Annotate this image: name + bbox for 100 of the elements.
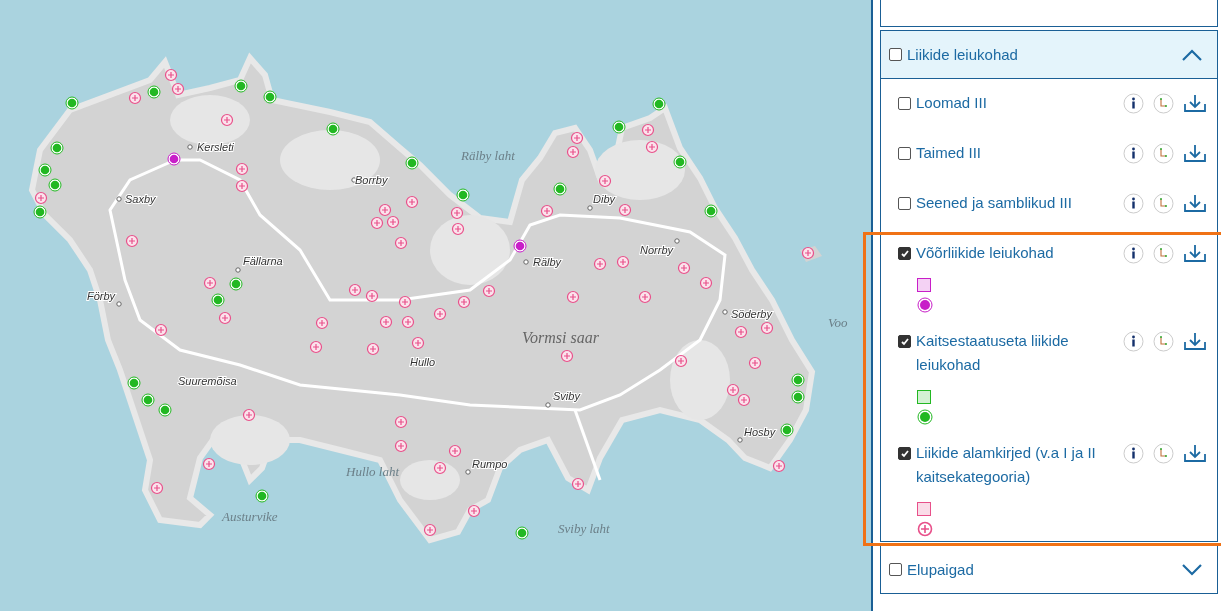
group-title[interactable]: Elupaigad bbox=[907, 561, 974, 578]
plus-marker-icon[interactable] bbox=[370, 216, 384, 230]
checkbox[interactable] bbox=[898, 447, 911, 460]
plus-marker-icon[interactable] bbox=[618, 203, 632, 217]
group-title[interactable]: Liikide leiukohad bbox=[907, 46, 1018, 63]
dot-marker-icon[interactable] bbox=[513, 239, 527, 253]
plus-marker-icon[interactable] bbox=[150, 481, 164, 495]
plus-marker-icon[interactable] bbox=[570, 131, 584, 145]
download-icon[interactable] bbox=[1183, 331, 1207, 352]
dot-marker-icon[interactable] bbox=[673, 155, 687, 169]
download-icon[interactable] bbox=[1183, 193, 1207, 214]
dot-marker-icon[interactable] bbox=[127, 376, 141, 390]
layer-title[interactable]: Seened ja samblikud III bbox=[916, 191, 1118, 215]
info-icon[interactable] bbox=[1123, 143, 1144, 164]
checkbox[interactable] bbox=[889, 48, 902, 61]
dot-marker-icon[interactable] bbox=[65, 96, 79, 110]
dot-marker-icon[interactable] bbox=[158, 403, 172, 417]
chevron-up-icon[interactable] bbox=[1181, 47, 1203, 62]
plus-marker-icon[interactable] bbox=[315, 316, 329, 330]
plus-marker-icon[interactable] bbox=[154, 323, 168, 337]
dot-marker-icon[interactable] bbox=[456, 188, 470, 202]
plus-marker-icon[interactable] bbox=[348, 283, 362, 297]
download-icon[interactable] bbox=[1183, 243, 1207, 264]
plus-marker-icon[interactable] bbox=[593, 257, 607, 271]
plus-marker-icon[interactable] bbox=[540, 204, 554, 218]
plus-marker-icon[interactable] bbox=[566, 145, 580, 159]
plus-marker-icon[interactable] bbox=[571, 477, 585, 491]
layer-title[interactable]: Taimed III bbox=[916, 141, 1118, 165]
download-icon[interactable] bbox=[1183, 443, 1207, 464]
plus-marker-icon[interactable] bbox=[616, 255, 630, 269]
dot-marker-icon[interactable] bbox=[234, 79, 248, 93]
plus-marker-icon[interactable] bbox=[164, 68, 178, 82]
plus-marker-icon[interactable] bbox=[171, 82, 185, 96]
plus-marker-icon[interactable] bbox=[560, 349, 574, 363]
dot-marker-icon[interactable] bbox=[50, 141, 64, 155]
dot-marker-icon[interactable] bbox=[38, 163, 52, 177]
dot-marker-icon[interactable] bbox=[405, 156, 419, 170]
plus-marker-icon[interactable] bbox=[379, 315, 393, 329]
layer-title[interactable]: Loomad III bbox=[916, 91, 1118, 115]
info-icon[interactable] bbox=[1123, 193, 1144, 214]
plus-marker-icon[interactable] bbox=[386, 215, 400, 229]
plus-marker-icon[interactable] bbox=[737, 393, 751, 407]
dot-marker-icon[interactable] bbox=[211, 293, 225, 307]
layer-title[interactable]: Võõrliikide leiukohad bbox=[916, 241, 1118, 265]
plus-marker-icon[interactable] bbox=[772, 459, 786, 473]
plus-marker-icon[interactable] bbox=[220, 113, 234, 127]
dot-marker-icon[interactable] bbox=[167, 152, 181, 166]
plus-marker-icon[interactable] bbox=[242, 408, 256, 422]
chevron-down-icon[interactable] bbox=[1181, 562, 1203, 577]
plus-marker-icon[interactable] bbox=[394, 236, 408, 250]
plus-marker-icon[interactable] bbox=[235, 162, 249, 176]
dot-marker-icon[interactable] bbox=[791, 373, 805, 387]
info-icon[interactable] bbox=[1123, 443, 1144, 464]
route-icon[interactable] bbox=[1153, 331, 1174, 352]
plus-marker-icon[interactable] bbox=[699, 276, 713, 290]
checkbox[interactable] bbox=[889, 563, 902, 576]
plus-marker-icon[interactable] bbox=[566, 290, 580, 304]
plus-marker-icon[interactable] bbox=[482, 284, 496, 298]
dot-marker-icon[interactable] bbox=[255, 489, 269, 503]
plus-marker-icon[interactable] bbox=[365, 289, 379, 303]
plus-marker-icon[interactable] bbox=[378, 203, 392, 217]
dot-marker-icon[interactable] bbox=[147, 85, 161, 99]
plus-marker-icon[interactable] bbox=[125, 234, 139, 248]
route-icon[interactable] bbox=[1153, 93, 1174, 114]
plus-marker-icon[interactable] bbox=[641, 123, 655, 137]
plus-marker-icon[interactable] bbox=[598, 174, 612, 188]
route-icon[interactable] bbox=[1153, 443, 1174, 464]
plus-marker-icon[interactable] bbox=[433, 307, 447, 321]
plus-marker-icon[interactable] bbox=[433, 461, 447, 475]
plus-marker-icon[interactable] bbox=[423, 523, 437, 537]
checkbox[interactable] bbox=[898, 97, 911, 110]
plus-marker-icon[interactable] bbox=[203, 276, 217, 290]
plus-marker-icon[interactable] bbox=[448, 444, 462, 458]
plus-marker-icon[interactable] bbox=[748, 356, 762, 370]
info-icon[interactable] bbox=[1123, 331, 1144, 352]
checkbox[interactable] bbox=[898, 197, 911, 210]
route-icon[interactable] bbox=[1153, 243, 1174, 264]
dot-marker-icon[interactable] bbox=[33, 205, 47, 219]
plus-marker-icon[interactable] bbox=[34, 191, 48, 205]
plus-marker-icon[interactable] bbox=[405, 195, 419, 209]
dot-marker-icon[interactable] bbox=[263, 90, 277, 104]
dot-marker-icon[interactable] bbox=[780, 423, 794, 437]
plus-marker-icon[interactable] bbox=[366, 342, 380, 356]
route-icon[interactable] bbox=[1153, 143, 1174, 164]
plus-marker-icon[interactable] bbox=[128, 91, 142, 105]
download-icon[interactable] bbox=[1183, 143, 1207, 164]
checkbox[interactable] bbox=[898, 335, 911, 348]
plus-marker-icon[interactable] bbox=[394, 415, 408, 429]
plus-marker-icon[interactable] bbox=[411, 336, 425, 350]
plus-marker-icon[interactable] bbox=[638, 290, 652, 304]
checkbox[interactable] bbox=[898, 247, 911, 260]
dot-marker-icon[interactable] bbox=[229, 277, 243, 291]
layer-title[interactable]: Liikide alamkirjed (v.a I ja II kaitsekategooria) bbox=[916, 441, 1118, 489]
dot-marker-icon[interactable] bbox=[704, 204, 718, 218]
dot-marker-icon[interactable] bbox=[791, 390, 805, 404]
plus-marker-icon[interactable] bbox=[309, 340, 323, 354]
plus-marker-icon[interactable] bbox=[674, 354, 688, 368]
plus-marker-icon[interactable] bbox=[645, 140, 659, 154]
dot-marker-icon[interactable] bbox=[515, 526, 529, 540]
plus-marker-icon[interactable] bbox=[726, 383, 740, 397]
